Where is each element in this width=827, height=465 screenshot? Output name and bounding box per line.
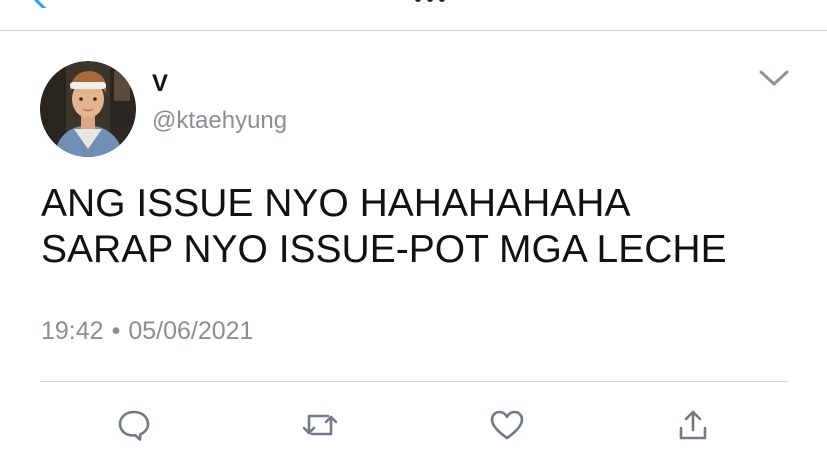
top-navigation-bar [0, 0, 827, 31]
user-handle[interactable]: @ktaehyung [152, 106, 287, 136]
tweet-time: 19:42 [41, 317, 104, 345]
tweet-date: 05/06/2021 [128, 317, 254, 345]
retweet-arrows-icon [300, 407, 340, 443]
meta-separator: • [111, 317, 121, 345]
heart-icon [488, 407, 526, 443]
tweet-timestamp: 19:42 • 05/06/2021 [41, 314, 253, 348]
tweet-text-line: SARAP NYO ISSUE-POT MGA LECHE [41, 228, 727, 271]
reply-button[interactable] [114, 405, 154, 445]
retweet-button[interactable] [300, 405, 340, 445]
share-button[interactable] [673, 405, 713, 445]
like-button[interactable] [487, 405, 527, 445]
speech-bubble-icon [116, 407, 152, 443]
header-title-fragment [413, 0, 453, 4]
tweet-text: ANG ISSUE NYO HAHAHAHAHA SARAP NYO ISSUE… [41, 181, 801, 273]
share-arrow-up-icon [675, 407, 711, 443]
tweet-text-line: ANG ISSUE NYO HAHAHAHAHA [41, 182, 631, 225]
display-name[interactable]: V [152, 70, 168, 98]
header-divider [0, 30, 827, 31]
action-bar-divider [40, 381, 788, 382]
avatar[interactable] [40, 61, 136, 157]
back-chevron-icon[interactable] [30, 0, 52, 8]
chevron-down-icon[interactable] [757, 66, 791, 88]
